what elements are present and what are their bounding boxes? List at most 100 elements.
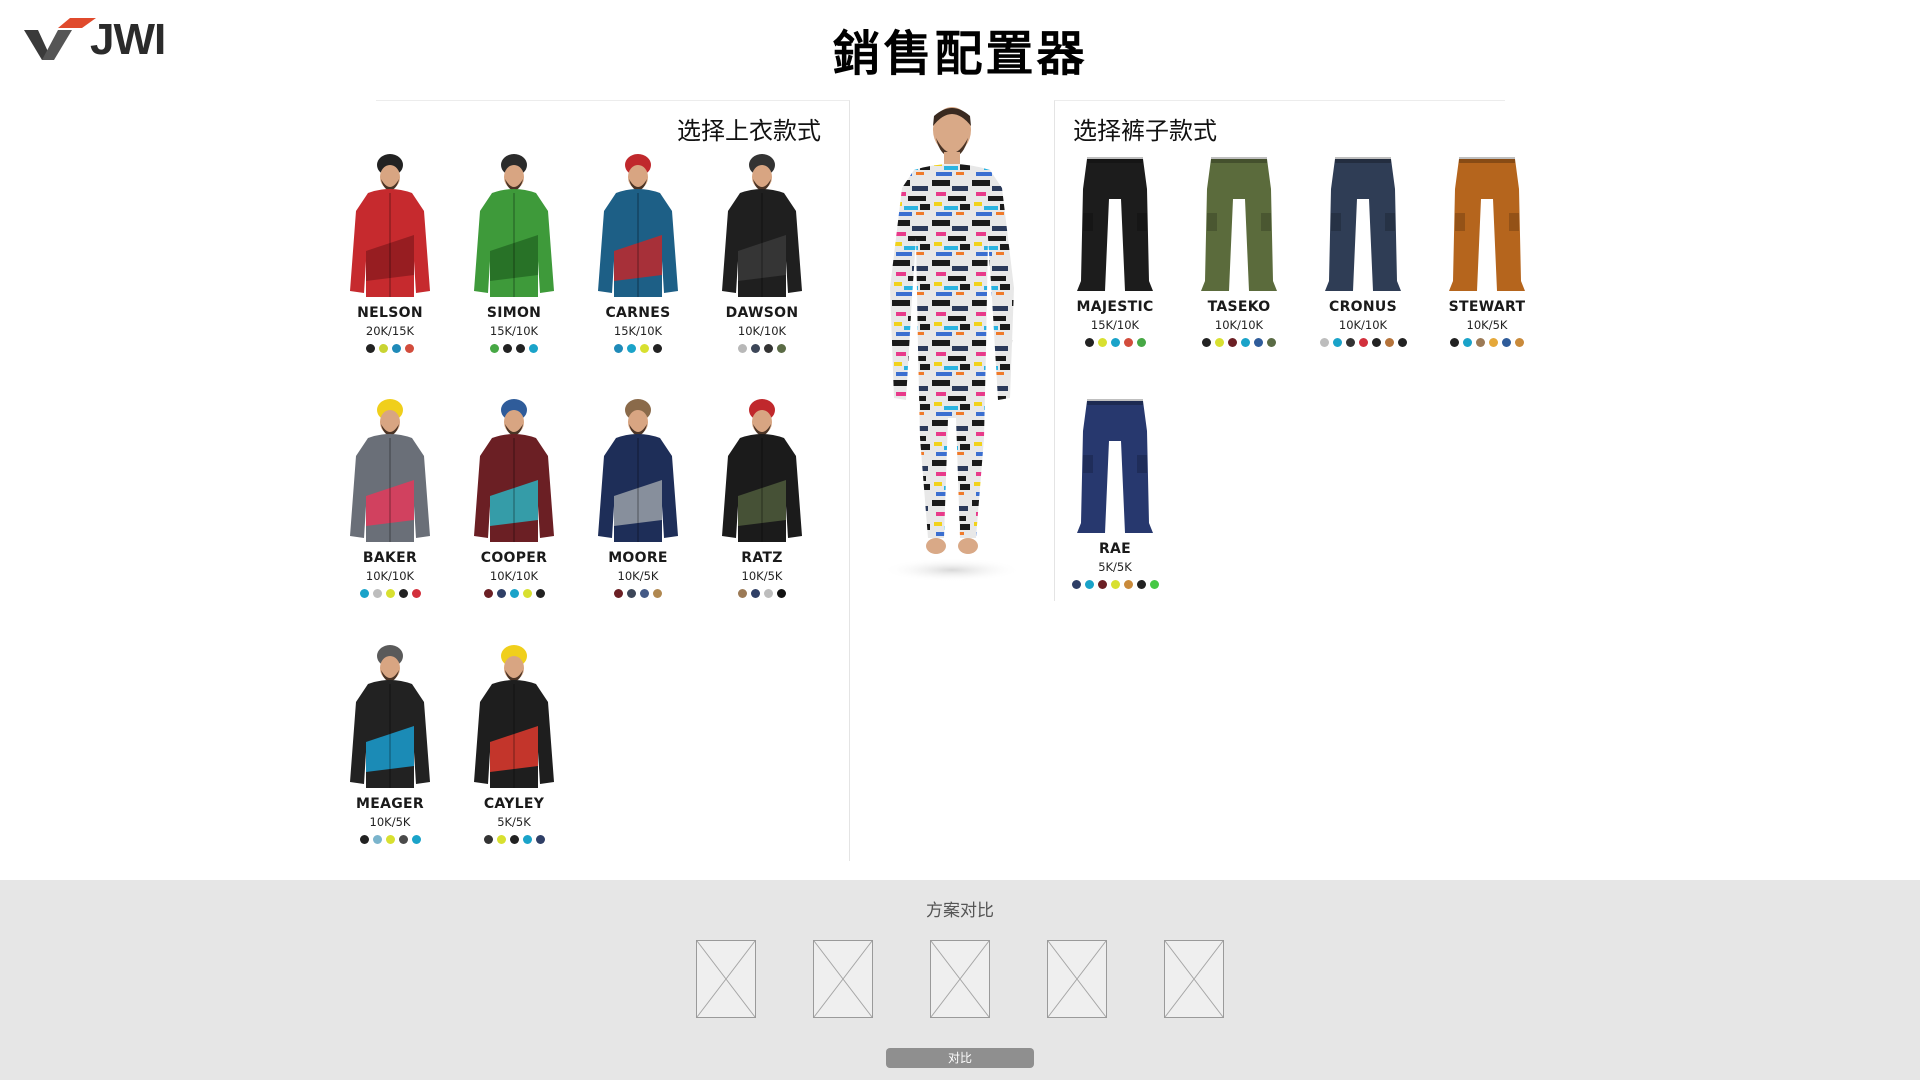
color-swatch[interactable]: [359, 835, 369, 844]
color-swatch[interactable]: [496, 589, 506, 598]
color-swatch[interactable]: [516, 344, 525, 353]
color-swatch[interactable]: [385, 589, 395, 598]
color-swatch[interactable]: [398, 835, 408, 844]
color-swatch[interactable]: [614, 344, 623, 353]
pant-card[interactable]: MAJESTIC 15K/10K: [1053, 153, 1177, 347]
color-swatch[interactable]: [1084, 580, 1094, 589]
color-swatch[interactable]: [490, 344, 499, 353]
color-swatch[interactable]: [372, 835, 382, 844]
color-swatch[interactable]: [535, 589, 545, 598]
color-swatch[interactable]: [1097, 338, 1107, 347]
compare-slot[interactable]: [930, 940, 990, 1018]
color-swatch[interactable]: [1476, 338, 1485, 347]
color-swatch[interactable]: [751, 589, 760, 598]
color-swatch[interactable]: [764, 344, 773, 353]
jacket-card[interactable]: DAWSON 10K/10K: [700, 151, 824, 353]
color-swatch[interactable]: [1515, 338, 1524, 347]
color-swatch[interactable]: [1136, 580, 1146, 589]
color-swatch[interactable]: [627, 589, 636, 598]
color-swatch[interactable]: [1254, 338, 1263, 347]
pant-name: STEWART: [1448, 299, 1526, 315]
compare-slot[interactable]: [1047, 940, 1107, 1018]
pant-card[interactable]: STEWART 10K/5K: [1425, 153, 1549, 347]
jacket-card[interactable]: CAYLEY 5K/5K: [452, 642, 576, 844]
color-swatch[interactable]: [1332, 338, 1342, 347]
color-swatch[interactable]: [483, 589, 493, 598]
color-swatch[interactable]: [738, 344, 747, 353]
color-swatch[interactable]: [379, 344, 388, 353]
color-swatch[interactable]: [764, 589, 773, 598]
color-swatch[interactable]: [1202, 338, 1211, 347]
color-swatch[interactable]: [535, 835, 545, 844]
pant-rating: 15K/10K: [1090, 318, 1140, 332]
color-swatch[interactable]: [411, 589, 421, 598]
color-swatch[interactable]: [614, 589, 623, 598]
color-swatch[interactable]: [640, 589, 649, 598]
pant-card[interactable]: RAE 5K/5K: [1053, 395, 1177, 589]
compare-slot[interactable]: [813, 940, 873, 1018]
color-swatch[interactable]: [640, 344, 649, 353]
color-swatch[interactable]: [1110, 580, 1120, 589]
color-swatch[interactable]: [1071, 580, 1081, 589]
color-swatch[interactable]: [1502, 338, 1511, 347]
pants-panel: 选择裤子款式 MAJESTIC 15K/10K TASEKO 10K/10K CRONU…: [1053, 100, 1525, 601]
pant-card[interactable]: CRONUS 10K/10K: [1301, 153, 1425, 347]
jacket-card[interactable]: RATZ 10K/5K: [700, 396, 824, 598]
color-swatch[interactable]: [398, 589, 408, 598]
color-swatch[interactable]: [496, 835, 506, 844]
color-swatch[interactable]: [1397, 338, 1407, 347]
color-swatch[interactable]: [522, 589, 532, 598]
color-swatch[interactable]: [627, 344, 636, 353]
color-swatch[interactable]: [1384, 338, 1394, 347]
color-swatch[interactable]: [1136, 338, 1146, 347]
color-swatch[interactable]: [1319, 338, 1329, 347]
color-swatch[interactable]: [653, 589, 662, 598]
color-swatch[interactable]: [1215, 338, 1224, 347]
jacket-card[interactable]: NELSON 20K/15K: [328, 151, 452, 353]
color-swatch[interactable]: [1358, 338, 1368, 347]
color-swatch[interactable]: [653, 344, 662, 353]
color-swatch[interactable]: [405, 344, 414, 353]
color-swatch[interactable]: [509, 589, 519, 598]
jacket-card[interactable]: MEAGER 10K/5K: [328, 642, 452, 844]
color-swatch[interactable]: [509, 835, 519, 844]
color-swatch[interactable]: [1241, 338, 1250, 347]
color-swatch[interactable]: [1267, 338, 1276, 347]
pant-card[interactable]: TASEKO 10K/10K: [1177, 153, 1301, 347]
color-swatch[interactable]: [385, 835, 395, 844]
color-swatch[interactable]: [1489, 338, 1498, 347]
jacket-card[interactable]: SIMON 15K/10K: [452, 151, 576, 353]
color-swatch[interactable]: [1097, 580, 1107, 589]
compare-slot[interactable]: [1164, 940, 1224, 1018]
color-swatch[interactable]: [1371, 338, 1381, 347]
jacket-card[interactable]: COOPER 10K/10K: [452, 396, 576, 598]
color-swatch[interactable]: [738, 589, 747, 598]
jacket-image: [474, 399, 554, 542]
compare-slot[interactable]: [696, 940, 756, 1018]
color-swatch[interactable]: [1345, 338, 1355, 347]
color-swatch[interactable]: [392, 344, 401, 353]
color-swatch[interactable]: [1463, 338, 1472, 347]
color-swatch[interactable]: [751, 344, 760, 353]
compare-button[interactable]: 对比: [886, 1048, 1034, 1068]
color-swatch[interactable]: [529, 344, 538, 353]
color-swatch[interactable]: [1123, 338, 1133, 347]
color-swatch[interactable]: [777, 589, 786, 598]
color-swatch[interactable]: [1450, 338, 1459, 347]
color-swatch[interactable]: [359, 589, 369, 598]
jacket-card[interactable]: MOORE 10K/5K: [576, 396, 700, 598]
color-swatch[interactable]: [1084, 338, 1094, 347]
color-swatch[interactable]: [366, 344, 375, 353]
color-swatch[interactable]: [1228, 338, 1237, 347]
color-swatch[interactable]: [483, 835, 493, 844]
color-swatch[interactable]: [1149, 580, 1159, 589]
color-swatch[interactable]: [777, 344, 786, 353]
color-swatch[interactable]: [503, 344, 512, 353]
color-swatch[interactable]: [372, 589, 382, 598]
jacket-card[interactable]: CARNES 15K/10K: [576, 151, 700, 353]
color-swatch[interactable]: [1110, 338, 1120, 347]
color-swatch[interactable]: [411, 835, 421, 844]
jacket-card[interactable]: BAKER 10K/10K: [328, 396, 452, 598]
color-swatch[interactable]: [522, 835, 532, 844]
color-swatch[interactable]: [1123, 580, 1133, 589]
